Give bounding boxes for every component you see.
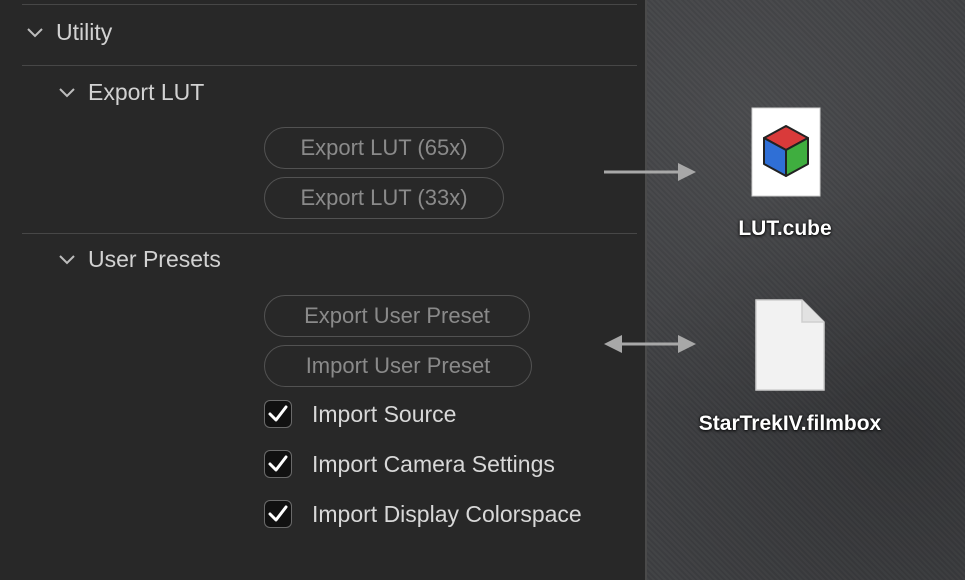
import-source-checkbox[interactable] — [264, 400, 292, 428]
import-camera-settings-checkbox[interactable] — [264, 450, 292, 478]
section-export-lut-header[interactable]: Export LUT — [58, 77, 204, 107]
utility-panel: Utility Export LUT Export LUT (65x) Expo… — [0, 0, 645, 580]
import-camera-settings-label: Import Camera Settings — [312, 450, 555, 477]
cube-file-icon[interactable] — [750, 106, 822, 198]
lut-cube-file-name[interactable]: LUT.cube — [738, 217, 831, 241]
chevron-down-icon — [59, 255, 75, 265]
import-display-colorspace-label: Import Display Colorspace — [312, 500, 582, 527]
chevron-down-icon — [59, 88, 75, 98]
import-user-preset-button[interactable]: Import User Preset — [264, 345, 532, 387]
import-source-row: Import Source — [264, 399, 456, 429]
export-user-preset-button[interactable]: Export User Preset — [264, 295, 530, 337]
import-display-colorspace-row: Import Display Colorspace — [264, 499, 582, 529]
checkmark-icon — [268, 405, 288, 422]
section-utility-title: Utility — [56, 18, 113, 45]
section-export-lut-title: Export LUT — [88, 78, 205, 105]
export-lut-33x-button[interactable]: Export LUT (33x) — [264, 177, 504, 219]
chevron-down-icon — [27, 28, 43, 38]
section-utility-header[interactable]: Utility — [26, 17, 112, 47]
import-display-colorspace-checkbox[interactable] — [264, 500, 292, 528]
checkmark-icon — [268, 455, 288, 472]
import-source-label: Import Source — [312, 400, 457, 427]
desktop-area — [645, 0, 965, 580]
section-user-presets-header[interactable]: User Presets — [58, 244, 221, 274]
import-camera-settings-row: Import Camera Settings — [264, 449, 555, 479]
divider — [22, 65, 637, 66]
checkmark-icon — [268, 505, 288, 522]
arrow-right-icon — [604, 163, 696, 181]
divider — [22, 233, 637, 234]
section-user-presets-title: User Presets — [88, 245, 221, 272]
filmbox-file-name[interactable]: StarTrekIV.filmbox — [699, 412, 881, 436]
document-file-icon[interactable] — [752, 298, 828, 394]
export-lut-65x-button[interactable]: Export LUT (65x) — [264, 127, 504, 169]
arrow-bidirectional-icon — [604, 335, 696, 353]
divider — [22, 4, 637, 5]
